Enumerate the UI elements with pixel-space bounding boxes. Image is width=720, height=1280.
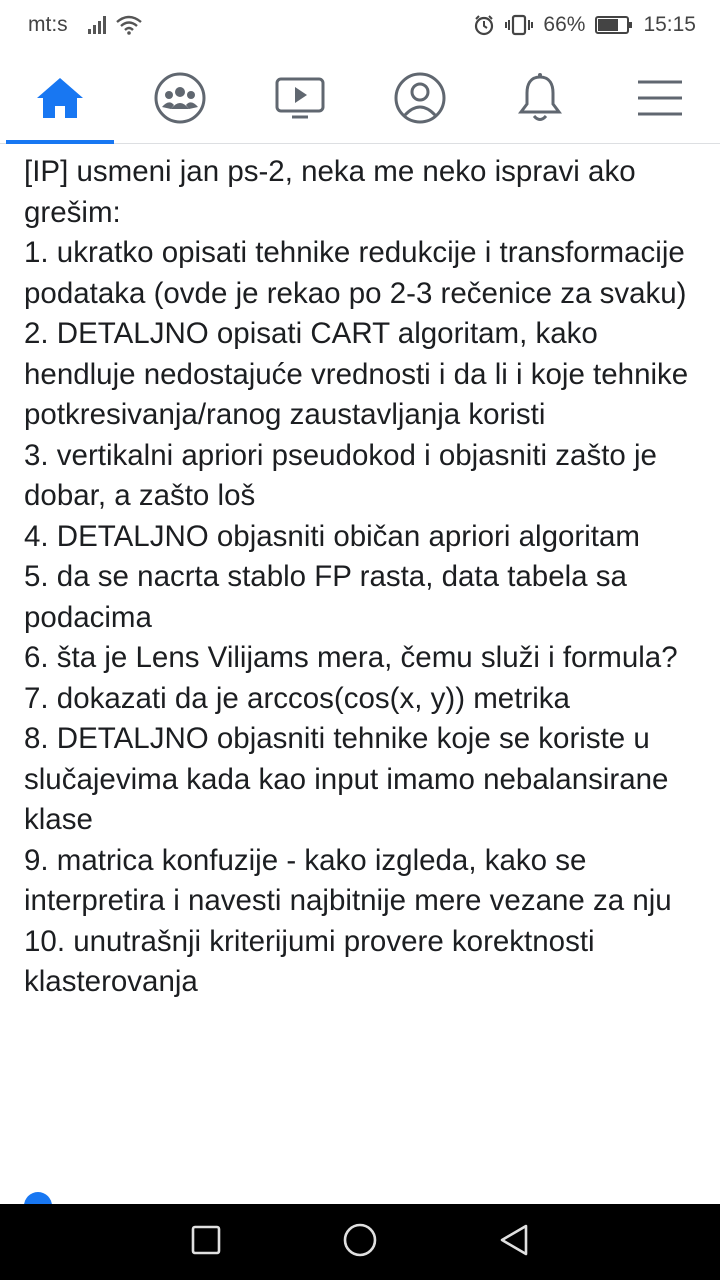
video-icon — [274, 75, 326, 126]
post-item-8: 8. DETALJNO objasniti tehnike koje se ko… — [24, 722, 669, 836]
navigation-bar — [0, 1204, 720, 1280]
groups-icon — [153, 71, 207, 130]
alarm-icon — [473, 14, 495, 36]
post-body: [IP] usmeni jan ps-2, neka me neko ispra… — [24, 152, 704, 1003]
status-right: 66% 15:15 — [473, 13, 696, 37]
hamburger-menu-icon — [635, 78, 685, 123]
status-bar: mt:s 66% 15:15 — [0, 0, 720, 50]
tab-notifications[interactable] — [486, 56, 594, 144]
post-item-5: 5. da se nacrta stablo FP rasta, data ta… — [24, 560, 627, 634]
tab-groups[interactable] — [126, 56, 234, 144]
home-circle-icon — [342, 1222, 378, 1263]
post-item-10: 10. unutrašnji kriterijumi provere korek… — [24, 924, 595, 999]
recent-apps-icon — [191, 1225, 221, 1260]
clock: 15:15 — [643, 13, 696, 36]
home-icon — [35, 76, 85, 125]
post-item-9: 9. matrica konfuzije - kako izgleda, kak… — [24, 843, 672, 918]
post-item-7: 7. dokazati da je arccos(cos(x, y)) metr… — [24, 681, 570, 715]
tab-menu[interactable] — [606, 56, 714, 144]
post-item-1: 1. ukratko opisati tehnike redukcije i t… — [24, 236, 687, 310]
home-button[interactable] — [338, 1220, 382, 1264]
recent-apps-button[interactable] — [184, 1220, 228, 1264]
status-left: mt:s — [28, 13, 142, 37]
post-item-2: 2. DETALJNO opisati CART algoritam, kako… — [24, 317, 689, 431]
carrier-label: mt:s — [28, 13, 68, 36]
bell-icon — [516, 72, 564, 129]
signal-icon — [87, 16, 106, 34]
vibrate-icon — [505, 14, 534, 36]
battery-icon — [595, 15, 633, 35]
back-button[interactable] — [492, 1220, 536, 1264]
post-item-6: 6. šta je Lens Vilijams mera, čemu služi… — [24, 641, 678, 674]
tab-home[interactable] — [6, 56, 114, 144]
post-intro: [IP] usmeni jan ps-2, neka me neko ispra… — [24, 155, 636, 229]
battery-percent: 66% — [543, 13, 586, 36]
post-item-3: 3. vertikalni apriori pseudokod i objasn… — [24, 438, 657, 513]
back-triangle-icon — [498, 1223, 530, 1262]
tab-bar — [0, 56, 720, 144]
profile-icon — [393, 71, 447, 130]
post-item-4: 4. DETALJNO objasniti običan apriori alg… — [24, 519, 640, 553]
wifi-icon — [115, 15, 142, 35]
tab-profile[interactable] — [366, 56, 474, 144]
tab-watch[interactable] — [246, 56, 354, 144]
